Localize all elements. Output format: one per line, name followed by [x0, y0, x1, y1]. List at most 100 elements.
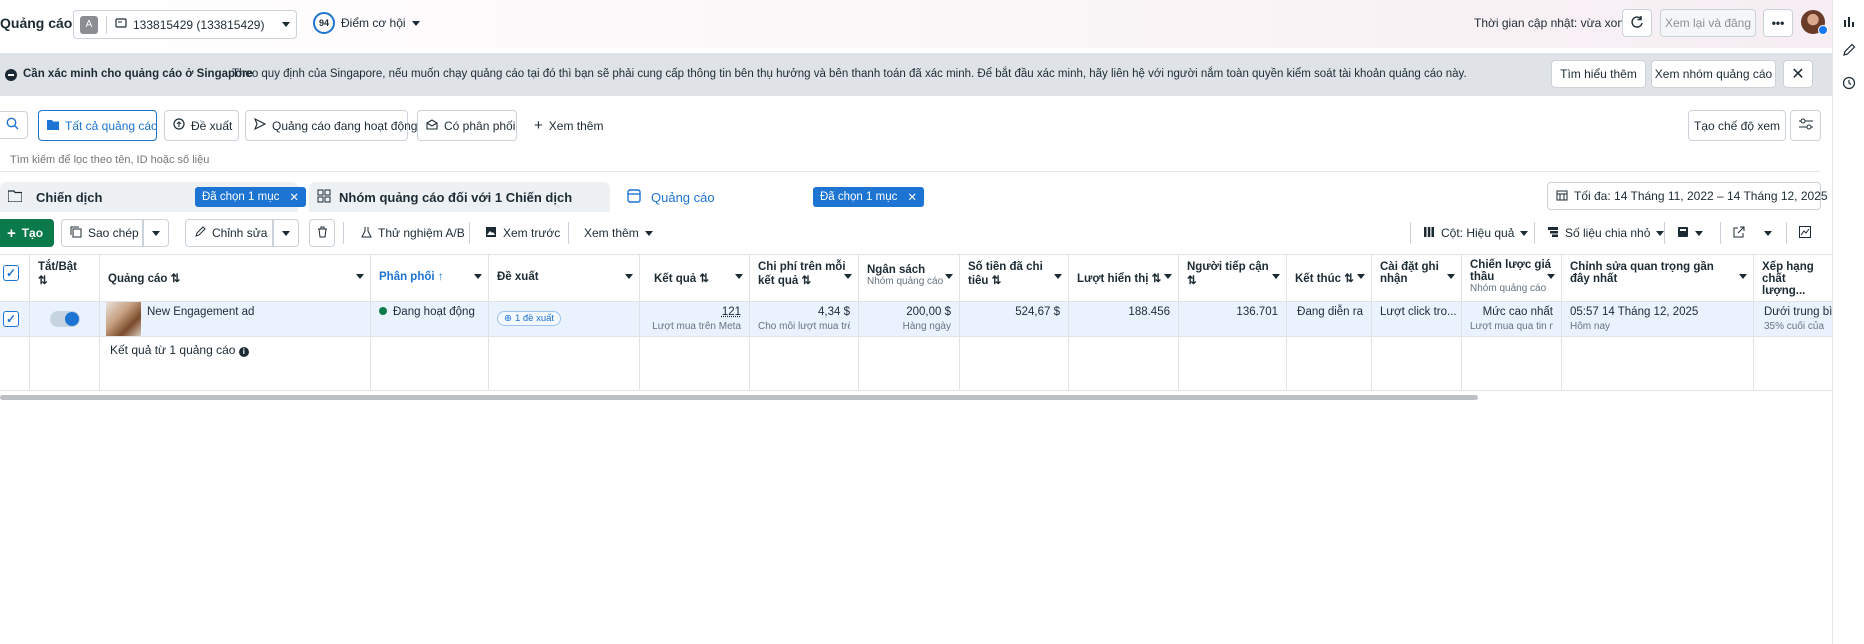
close-banner-button[interactable]: ✕: [1783, 60, 1813, 88]
toggle-switch[interactable]: [50, 311, 80, 327]
results-value[interactable]: 121: [722, 306, 741, 318]
duplicate-menu-button[interactable]: [143, 219, 169, 247]
header-ad-name[interactable]: Quảng cáo ⇅: [100, 254, 371, 302]
header-cost-per-result[interactable]: Chi phí trên mỗi kết quả ⇅: [750, 254, 859, 302]
create-button[interactable]: + Tạo: [0, 219, 54, 247]
view-adsets-button[interactable]: Xem nhóm quảng cáo: [1651, 60, 1776, 88]
horizontal-scrollbar[interactable]: [0, 395, 1478, 400]
bar-chart-icon[interactable]: [1842, 14, 1856, 28]
learn-more-button[interactable]: Tìm hiểu thêm: [1551, 60, 1646, 88]
header-recommendations[interactable]: Đề xuất: [489, 254, 640, 302]
reach-value: 136.701: [1236, 306, 1278, 318]
report-icon: [1677, 226, 1689, 241]
campaigns-selected-chip[interactable]: Đã chọn 1 mục ✕: [195, 187, 306, 207]
row-toggle[interactable]: [30, 302, 100, 337]
close-icon[interactable]: ✕: [907, 190, 917, 204]
filter-delivering[interactable]: Có phân phối: [417, 110, 517, 141]
level-tabs: Chiến dịch Đã chọn 1 mục ✕ Nhóm quảng cáo…: [0, 182, 1842, 212]
header-amount-spent[interactable]: Số tiền đã chi tiêu ⇅: [960, 254, 1069, 302]
banner-message: Theo quy định của Singapore, nếu muốn ch…: [232, 68, 1467, 80]
reports-button[interactable]: [1668, 219, 1714, 247]
refresh-icon: [1630, 15, 1644, 32]
header-reach[interactable]: Người tiếp cận ⇅: [1179, 254, 1287, 302]
refresh-button[interactable]: [1622, 9, 1652, 37]
divider: [1410, 222, 1411, 244]
select-all-header[interactable]: ✓: [0, 254, 30, 302]
ab-test-button[interactable]: Thử nghiệm A/B: [352, 219, 465, 247]
duplicate-button[interactable]: Sao chép: [61, 219, 143, 247]
header-spent-label: Số tiền đã chi tiêu: [968, 261, 1043, 287]
filter-active-ads[interactable]: Quảng cáo đang hoạt động: [245, 110, 417, 141]
sort-asc-icon: ↑: [437, 271, 444, 283]
ends-value: Đang diễn ra: [1297, 306, 1363, 318]
filter-recommended[interactable]: Đề xuất: [164, 110, 239, 141]
row-recommendations: ⊕ 1 đề xuất: [489, 302, 640, 337]
info-icon[interactable]: i: [238, 347, 249, 357]
header-toggle[interactable]: Tắt/Bật ⇅: [30, 254, 100, 302]
edit-button[interactable]: Chỉnh sửa: [185, 219, 273, 247]
header-attribution[interactable]: Cài đặt ghi nhận: [1372, 254, 1462, 302]
search-input[interactable]: [0, 148, 1820, 172]
row-ad-name[interactable]: New Engagement ad: [100, 302, 371, 337]
review-publish-button[interactable]: Xem lại và đăng: [1660, 9, 1756, 37]
footer-cell: [1562, 337, 1754, 391]
header-reach-label: Người tiếp cận: [1187, 261, 1269, 273]
export-menu-button[interactable]: [1756, 219, 1780, 247]
more-actions-button[interactable]: Xem thêm: [575, 219, 655, 247]
delete-button[interactable]: [309, 219, 335, 247]
chevron-down-icon: [1164, 274, 1172, 279]
preview-button[interactable]: Xem trước: [476, 219, 561, 247]
filter-delivering-label: Có phân phối: [444, 118, 516, 133]
header-last-edit[interactable]: Chỉnh sửa quan trọng gần đây nhất: [1562, 254, 1754, 302]
tab-adsets[interactable]: Nhóm quảng cáo đối với 1 Chiến dịch: [309, 182, 610, 212]
close-icon[interactable]: ✕: [289, 190, 299, 204]
opportunity-score[interactable]: 94 Điểm cơ hội: [313, 12, 420, 34]
filter-see-more[interactable]: + Xem thêm: [525, 110, 605, 141]
export-button[interactable]: [1726, 219, 1752, 247]
chevron-down-icon: [735, 274, 743, 279]
cost-sub: Cho mỗi lượt mua trê...: [758, 321, 850, 332]
sort-icon: ⇅: [699, 273, 710, 285]
right-rail: [1832, 0, 1864, 644]
edit-menu-button[interactable]: [273, 219, 299, 247]
account-selector[interactable]: A 133815429 (133815429): [73, 10, 297, 39]
header-budget[interactable]: Ngân sách Nhóm quảng cáo: [859, 254, 960, 302]
customize-button[interactable]: [1790, 110, 1821, 141]
date-range-picker[interactable]: Tối đa: 14 Tháng 11, 2022 – 14 Tháng 12,…: [1547, 182, 1842, 210]
create-label: Tạo: [21, 226, 44, 240]
more-options-button[interactable]: •••: [1763, 9, 1793, 37]
header-quality[interactable]: Xếp hạng chất lượng...: [1754, 254, 1832, 302]
ads-selected-chip[interactable]: Đã chọn 1 mục ✕: [813, 187, 924, 207]
update-status: Thời gian cập nhật: vừa xong: [1474, 16, 1631, 30]
tab-ads-label: Quảng cáo: [651, 189, 715, 205]
filter-all-ads[interactable]: Tất cả quảng cáo: [38, 110, 158, 141]
row-budget[interactable]: 200,00 $ Hàng ngày: [859, 302, 960, 337]
banner-title: Cần xác minh cho quảng cáo ở Singapore: [23, 68, 253, 80]
charts-button[interactable]: [1791, 219, 1819, 247]
row-impressions: 188.456: [1069, 302, 1179, 337]
header-delivery[interactable]: Phân phối ↑: [371, 254, 489, 302]
score-ring: 94: [313, 12, 335, 34]
create-view-button[interactable]: Tạo chế độ xem: [1688, 110, 1786, 141]
pencil-icon[interactable]: [1842, 43, 1856, 57]
ad-name-link[interactable]: New Engagement ad: [147, 306, 254, 318]
ad-thumbnail[interactable]: [106, 302, 141, 336]
recommendation-badge[interactable]: ⊕ 1 đề xuất: [497, 311, 562, 326]
history-icon[interactable]: [1842, 76, 1856, 90]
chevron-down-icon: [644, 230, 653, 236]
folder-icon: [47, 119, 59, 133]
header-results[interactable]: Kết quả ⇅: [640, 254, 750, 302]
breakdown-button[interactable]: Số liệu chia nhỏ: [1538, 219, 1665, 247]
select-all-checkbox[interactable]: ✓: [3, 265, 19, 281]
header-bid-strategy[interactable]: Chiến lược giá thầu Nhóm quảng cáo: [1462, 254, 1562, 302]
chevron-down-icon: [844, 274, 852, 279]
header-ends[interactable]: Kết thúc ⇅: [1287, 254, 1372, 302]
chevron-down-icon: [1054, 274, 1062, 279]
columns-button[interactable]: Cột: Hiệu quả: [1414, 219, 1529, 247]
row-checkbox[interactable]: ✓: [3, 311, 19, 327]
header-impressions[interactable]: Lượt hiển thị ⇅: [1069, 254, 1179, 302]
search-button[interactable]: [0, 111, 28, 139]
row-ends: Đang diễn ra: [1287, 302, 1372, 337]
row-select[interactable]: ✓: [0, 302, 30, 337]
spent-value: 524,67 $: [1015, 306, 1060, 318]
